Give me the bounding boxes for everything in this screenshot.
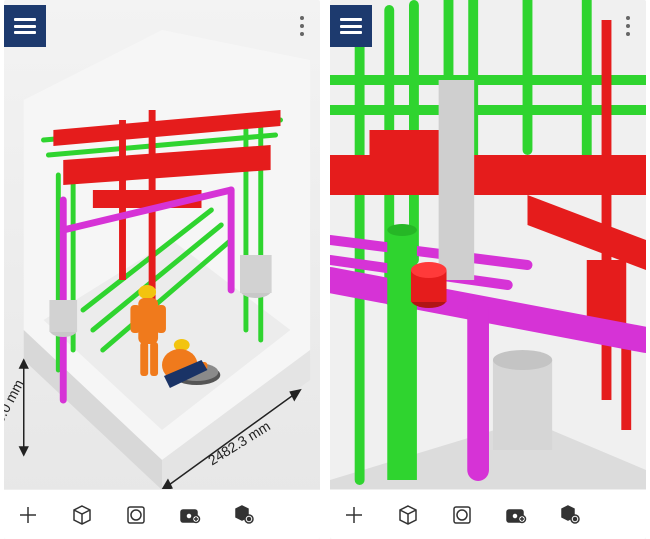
cube-button[interactable] bbox=[394, 501, 422, 529]
section-button[interactable] bbox=[122, 501, 150, 529]
app-panel-right bbox=[330, 0, 646, 539]
plus-icon bbox=[343, 504, 365, 526]
settings-cube-icon bbox=[559, 504, 581, 526]
cube-icon bbox=[397, 504, 419, 526]
settings-cube-icon bbox=[233, 504, 255, 526]
viewport-3d[interactable]: 000.0 mm 2482.3 mm bbox=[4, 0, 320, 539]
viewport-3d[interactable] bbox=[330, 0, 646, 539]
more-button[interactable] bbox=[610, 5, 646, 47]
section-icon bbox=[125, 504, 147, 526]
bottom-toolbar bbox=[330, 489, 646, 539]
cube-button[interactable] bbox=[68, 501, 96, 529]
add-button[interactable] bbox=[14, 501, 42, 529]
more-icon bbox=[300, 16, 304, 36]
topbar bbox=[330, 5, 646, 49]
add-button[interactable] bbox=[340, 501, 368, 529]
camera-icon bbox=[179, 504, 201, 526]
settings-cube-button[interactable] bbox=[556, 501, 584, 529]
menu-button[interactable] bbox=[330, 5, 372, 47]
more-button[interactable] bbox=[284, 5, 320, 47]
cube-icon bbox=[71, 504, 93, 526]
bottom-toolbar bbox=[4, 489, 320, 539]
hamburger-icon bbox=[14, 18, 36, 34]
camera-button[interactable] bbox=[176, 501, 204, 529]
section-icon bbox=[451, 504, 473, 526]
settings-cube-button[interactable] bbox=[230, 501, 258, 529]
topbar bbox=[4, 5, 320, 49]
section-button[interactable] bbox=[448, 501, 476, 529]
app-panel-left: 000.0 mm 2482.3 mm bbox=[4, 0, 320, 539]
menu-button[interactable] bbox=[4, 5, 46, 47]
camera-button[interactable] bbox=[502, 501, 530, 529]
more-icon bbox=[626, 16, 630, 36]
camera-icon bbox=[505, 504, 527, 526]
plus-icon bbox=[17, 504, 39, 526]
hamburger-icon bbox=[340, 18, 362, 34]
